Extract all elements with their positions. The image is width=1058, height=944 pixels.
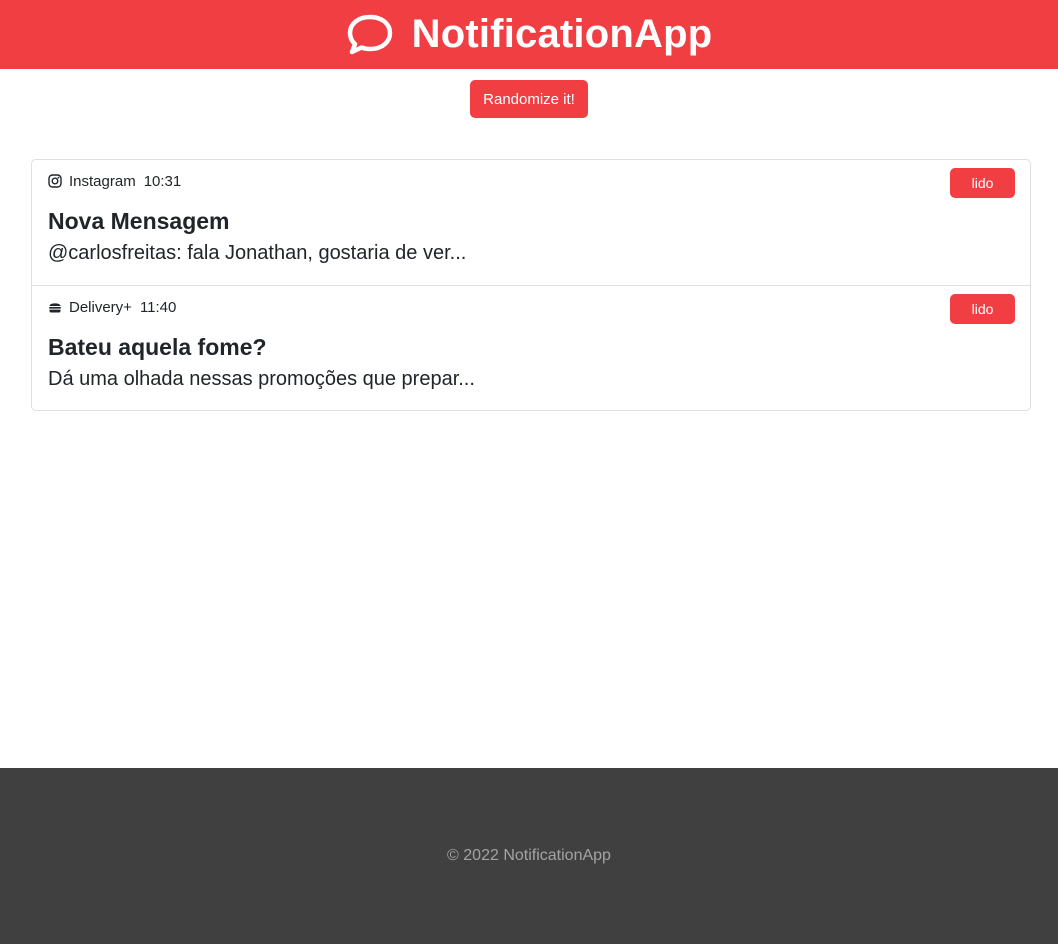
mark-read-button[interactable]: lido (950, 168, 1015, 198)
page: NotificationApp Randomize it! Instagram … (0, 0, 1058, 944)
notification-title: Nova Mensagem (48, 208, 230, 234)
app-footer: © 2022 NotificationApp (0, 768, 1058, 944)
notification-meta: Instagram 10:31 (48, 172, 1014, 190)
notification-list: Instagram 10:31 lido Nova Mensagem @carl… (31, 159, 1031, 411)
copyright-text: © 2022 NotificationApp (447, 847, 611, 864)
app-header: NotificationApp (0, 0, 1058, 69)
notification-body: Dá uma olhada nessas promoções que prepa… (48, 368, 475, 390)
toolbar: Randomize it! (0, 80, 1058, 118)
notification-time: 10:31 (143, 172, 182, 190)
notification-item: Instagram 10:31 lido Nova Mensagem @carl… (32, 160, 1030, 285)
randomize-button[interactable]: Randomize it! (470, 80, 588, 118)
notification-title: Bateu aquela fome? (48, 334, 267, 360)
notification-app-name: Delivery+ (69, 298, 132, 316)
instagram-icon (48, 174, 62, 188)
notification-meta: Delivery+ 11:40 (48, 298, 1014, 316)
notification-body: @carlosfreitas: fala Jonathan, gostaria … (48, 242, 467, 264)
notification-item: Delivery+ 11:40 lido Bateu aquela fome? … (32, 285, 1030, 410)
notification-time: 11:40 (139, 298, 177, 316)
app-title: NotificationApp (411, 12, 713, 56)
burger-icon (48, 300, 62, 314)
mark-read-button[interactable]: lido (950, 294, 1015, 324)
notification-app-name: Instagram (69, 172, 136, 190)
chat-bubble-icon (346, 13, 394, 57)
